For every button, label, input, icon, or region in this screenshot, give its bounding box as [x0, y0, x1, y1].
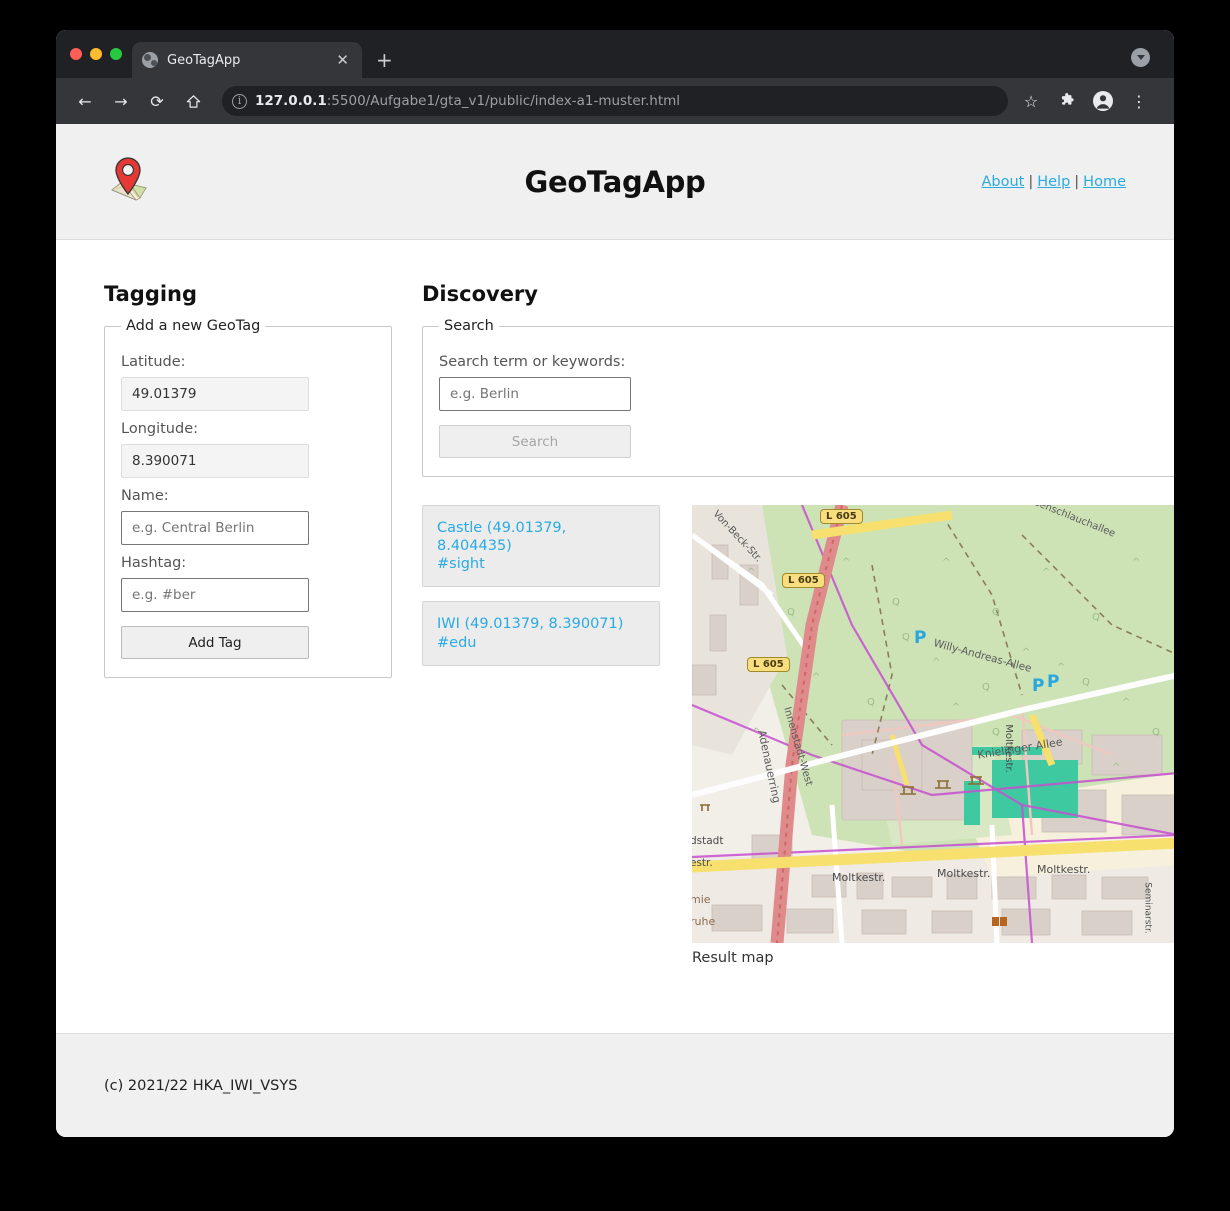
results-row: Castle (49.01379, 8.404435) #sight IWI (… [422, 505, 1174, 966]
svg-text:Q: Q [992, 607, 1000, 618]
close-window-button[interactable] [70, 48, 82, 60]
svg-text:Q: Q [1152, 727, 1160, 738]
svg-text:P: P [914, 628, 926, 648]
maximize-window-button[interactable] [110, 48, 122, 60]
browser-window: GeoTagApp ✕ + ← → ⟳ i 127.0.0.1:5500/Auf… [56, 30, 1174, 1137]
footer-copyright: (c) 2021/22 HKA_IWI_VSYS [104, 1077, 298, 1094]
search-button[interactable]: Search [439, 425, 631, 458]
discovery-column: Discovery Search Search term or keywords… [392, 282, 1174, 966]
hashtag-input[interactable] [121, 578, 309, 612]
home-button[interactable] [178, 86, 208, 116]
result-hashtag: #edu [437, 634, 477, 651]
header-nav: About | Help | Home [981, 174, 1126, 190]
back-button[interactable]: ← [70, 86, 100, 116]
results-list: Castle (49.01379, 8.404435) #sight IWI (… [422, 505, 660, 680]
svg-text:^: ^ [952, 702, 960, 713]
svg-text:Q: Q [1092, 612, 1100, 623]
search-legend: Search [444, 318, 494, 334]
close-icon[interactable]: ✕ [333, 51, 352, 70]
app-footer: (c) 2021/22 HKA_IWI_VSYS [56, 1033, 1174, 1137]
search-input[interactable] [439, 377, 631, 411]
info-icon[interactable]: i [232, 93, 247, 109]
svg-text:Q: Q [892, 597, 900, 608]
extensions-puzzle-icon[interactable] [1052, 86, 1082, 116]
main-area: Tagging Add a new GeoTag Latitude: Longi… [56, 240, 1174, 1033]
svg-text:P: P [1032, 676, 1044, 696]
latitude-input[interactable] [121, 377, 309, 411]
svg-text:^: ^ [1132, 557, 1140, 568]
route-shield: L 605 [747, 657, 790, 672]
svg-text:Q: Q [787, 607, 795, 618]
nav-separator-1: | [1028, 173, 1034, 190]
reload-button[interactable]: ⟳ [142, 86, 172, 116]
svg-text:^: ^ [752, 727, 760, 738]
result-map-image[interactable]: ^ Q ^ Q ^ Q ^ Q ^ ^ Q ^ Q ^ Q ^ ^ Q ^ Q ^ ^ Q [692, 505, 1174, 943]
globe-icon [142, 52, 158, 68]
map-caption: Result map [692, 950, 774, 966]
result-title: IWI (49.01379, 8.390071) [437, 616, 624, 633]
forward-button[interactable]: → [106, 86, 136, 116]
search-fieldset: Search Search term or keywords: Search [422, 318, 1174, 477]
tagging-column: Tagging Add a new GeoTag Latitude: Longi… [104, 282, 392, 678]
svg-text:Q: Q [902, 632, 910, 643]
list-item[interactable]: IWI (49.01379, 8.390071) #edu [422, 601, 660, 666]
svg-text:^: ^ [1122, 697, 1130, 708]
svg-text:^: ^ [942, 557, 950, 568]
svg-text:^: ^ [932, 657, 940, 668]
hashtag-label: Hashtag: [121, 555, 187, 571]
add-geotag-fieldset: Add a new GeoTag Latitude: Longitude: Na… [104, 318, 392, 678]
profile-avatar-icon[interactable] [1088, 86, 1118, 116]
svg-text:Q: Q [1082, 677, 1090, 688]
route-shield: L 605 [820, 509, 863, 524]
longitude-input[interactable] [121, 444, 309, 478]
browser-toolbar: ← → ⟳ i 127.0.0.1:5500/Aufgabe1/gta_v1/p… [56, 78, 1174, 124]
url-host: 127.0.0.1 [255, 93, 327, 109]
new-tab-button[interactable]: + [376, 50, 393, 70]
chevron-down-icon[interactable] [1131, 48, 1150, 67]
svg-text:^: ^ [747, 567, 755, 578]
tagging-heading: Tagging [104, 282, 198, 306]
name-label: Name: [121, 488, 169, 504]
svg-text:Q: Q [992, 727, 1000, 738]
svg-text:^: ^ [812, 672, 820, 683]
svg-text:^: ^ [1112, 762, 1120, 773]
map-wrapper: ^ Q ^ Q ^ Q ^ Q ^ ^ Q ^ Q ^ Q ^ ^ Q ^ Q ^ ^ Q [692, 505, 1174, 966]
discovery-heading: Discovery [422, 282, 538, 306]
minimize-window-button[interactable] [90, 48, 102, 60]
result-hashtag: #sight [437, 556, 485, 573]
svg-text:^: ^ [1042, 567, 1050, 578]
add-tag-button[interactable]: Add Tag [121, 626, 309, 659]
url-text: 127.0.0.1:5500/Aufgabe1/gta_v1/public/in… [255, 93, 680, 109]
app-header: GeoTagApp About | Help | Home [56, 124, 1174, 240]
tab-title: GeoTagApp [167, 52, 241, 68]
nav-link-about[interactable]: About [981, 174, 1024, 190]
svg-text:P: P [1047, 672, 1059, 692]
page-content: GeoTagApp About | Help | Home Tagging Add a … [56, 124, 1174, 1137]
latitude-label: Latitude: [121, 354, 186, 370]
nav-link-home[interactable]: Home [1083, 174, 1126, 190]
url-path: :5500/Aufgabe1/gta_v1/public/index-a1-mu… [326, 93, 681, 109]
address-bar[interactable]: i 127.0.0.1:5500/Aufgabe1/gta_v1/public/… [222, 86, 1008, 116]
nav-separator-2: | [1074, 173, 1080, 190]
result-title: Castle (49.01379, 8.404435) [437, 520, 567, 555]
add-geotag-legend: Add a new GeoTag [126, 318, 261, 334]
svg-text:^: ^ [842, 557, 850, 568]
longitude-label: Longitude: [121, 421, 199, 437]
svg-text:Q: Q [982, 682, 990, 693]
name-input[interactable] [121, 511, 309, 545]
route-shield: L 605 [782, 573, 825, 588]
svg-text:Q: Q [867, 697, 875, 708]
nav-link-help[interactable]: Help [1037, 174, 1070, 190]
window-traffic-lights [70, 30, 132, 78]
list-item[interactable]: Castle (49.01379, 8.404435) #sight [422, 505, 660, 588]
browser-tab[interactable]: GeoTagApp ✕ [132, 42, 362, 78]
search-label: Search term or keywords: [439, 354, 626, 370]
svg-text:^: ^ [1022, 647, 1030, 658]
browser-menu-icon[interactable]: ⋮ [1124, 86, 1154, 116]
bookmark-star-icon[interactable]: ☆ [1016, 86, 1046, 116]
tab-strip: GeoTagApp ✕ + [56, 30, 1174, 78]
